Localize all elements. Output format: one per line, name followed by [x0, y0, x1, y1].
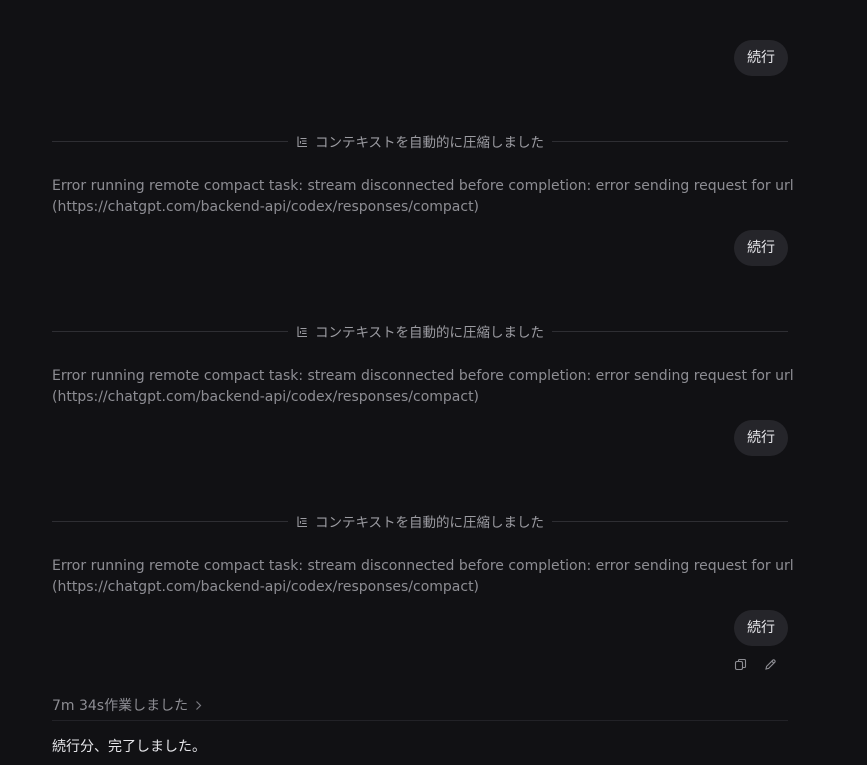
compaction-notice: コンテキストを自動的に圧縮しました [288, 511, 552, 531]
user-message-row: 続行 [734, 230, 788, 266]
error-text-line: Error running remote compact task: strea… [52, 178, 794, 194]
work-summary-text: 7m 34s作業しました [52, 698, 189, 714]
error-text-line: Error running remote compact task: strea… [52, 558, 794, 574]
assistant-response: 続行分、完了しました。 [52, 739, 206, 755]
error-url-line: (https://chatgpt.com/backend-api/codex/r… [52, 199, 480, 215]
user-message-bubble[interactable]: 続行 [734, 230, 788, 266]
divider-line [52, 330, 288, 332]
copy-icon [734, 658, 746, 670]
user-message-bubble[interactable]: 続行 [734, 610, 788, 646]
chevron-right-icon [196, 700, 202, 710]
compaction-notice-text: コンテキストを自動的に圧縮しました [314, 325, 545, 341]
compress-context-icon [297, 136, 307, 147]
work-summary-toggle[interactable]: 7m 34s作業しました [52, 694, 202, 716]
divider-line [552, 330, 789, 332]
chat-thread: 続行 コンテキストを自動的に圧縮しました Error running remot… [52, 0, 794, 765]
compress-context-icon [297, 516, 307, 527]
error-url-line: (https://chatgpt.com/backend-api/codex/r… [52, 579, 480, 595]
compaction-divider: コンテキストを自動的に圧縮しました [52, 511, 789, 531]
user-message-bubble[interactable]: 続行 [734, 40, 788, 76]
error-url-line: (https://chatgpt.com/backend-api/codex/r… [52, 389, 480, 405]
compaction-notice-text: コンテキストを自動的に圧縮しました [314, 515, 545, 531]
user-message-row: 続行 [734, 610, 788, 646]
divider-line [552, 140, 789, 142]
compaction-notice-text: コンテキストを自動的に圧縮しました [314, 135, 545, 151]
user-message-row: 続行 [734, 420, 788, 456]
compress-context-icon [297, 326, 307, 337]
compaction-divider: コンテキストを自動的に圧縮しました [52, 131, 789, 151]
pencil-icon [764, 658, 776, 670]
message-actions [732, 656, 778, 672]
compaction-notice: コンテキストを自動的に圧縮しました [288, 321, 552, 341]
error-message: Error running remote compact task: strea… [52, 176, 794, 218]
user-message-bubble[interactable]: 続行 [734, 420, 788, 456]
edit-button[interactable] [762, 656, 778, 672]
user-message-row: 続行 [734, 40, 788, 76]
error-message: Error running remote compact task: strea… [52, 366, 794, 408]
section-divider [52, 720, 788, 721]
compaction-divider: コンテキストを自動的に圧縮しました [52, 321, 789, 341]
divider-line [52, 140, 288, 142]
error-message: Error running remote compact task: strea… [52, 556, 794, 598]
divider-line [52, 520, 288, 522]
copy-button[interactable] [732, 656, 748, 672]
divider-line [552, 520, 789, 522]
compaction-notice: コンテキストを自動的に圧縮しました [288, 131, 552, 151]
error-text-line: Error running remote compact task: strea… [52, 368, 794, 384]
